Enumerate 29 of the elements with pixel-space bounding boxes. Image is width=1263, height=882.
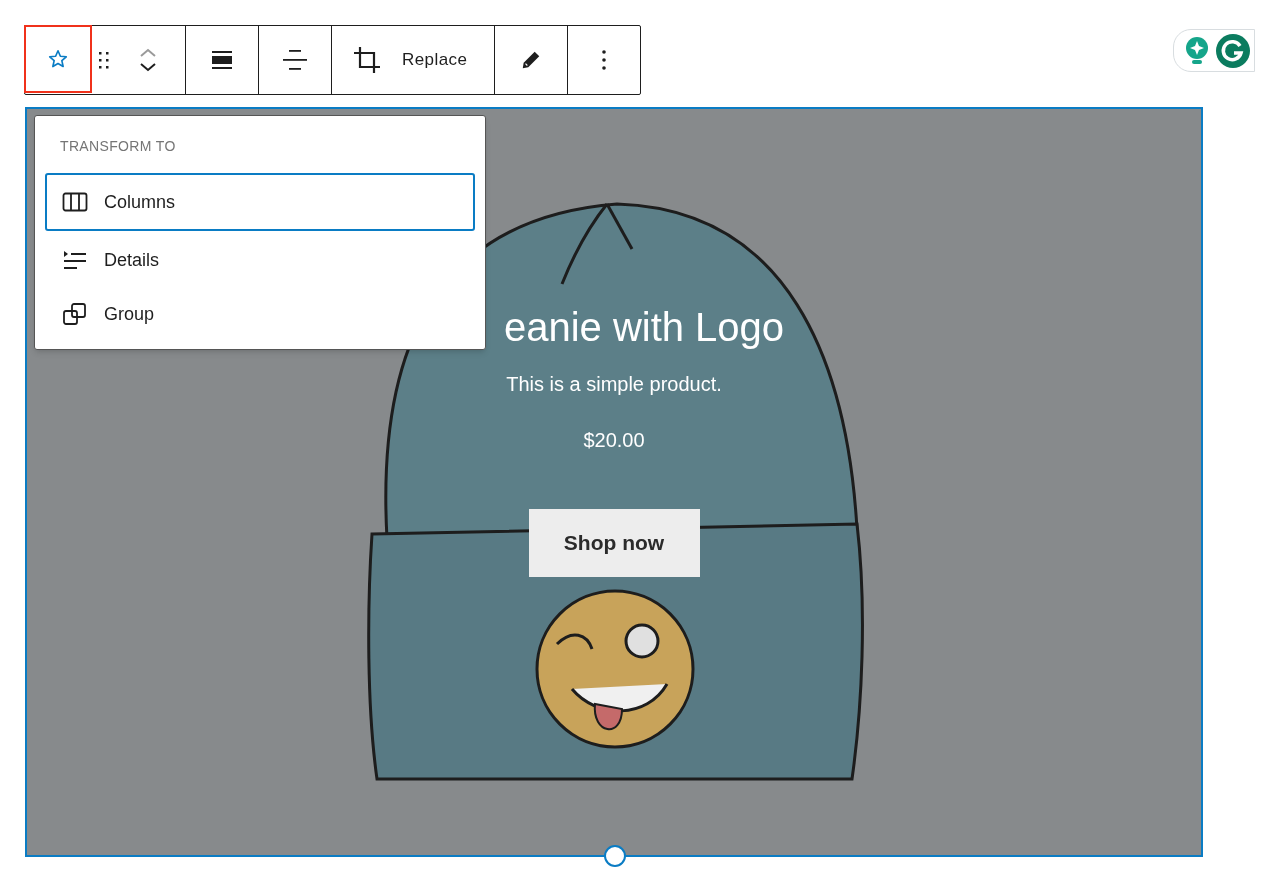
menu-item[interactable]: Group xyxy=(45,289,475,339)
drag-handle[interactable] xyxy=(97,49,111,71)
grammarly-widget[interactable] xyxy=(1173,29,1255,72)
move-down-button[interactable] xyxy=(139,62,157,72)
menu-item[interactable]: Columns xyxy=(45,173,475,231)
crop-button[interactable] xyxy=(352,45,382,75)
cover-heading: eanie with Logo xyxy=(503,304,785,351)
justify-center-icon xyxy=(282,48,308,72)
block-type-button[interactable] xyxy=(24,25,92,93)
group-icon xyxy=(62,302,88,326)
menu-item[interactable]: Details xyxy=(45,235,475,285)
star-icon xyxy=(47,48,69,70)
pencil-icon xyxy=(520,49,542,71)
chevron-down-icon xyxy=(139,62,157,72)
resize-handle[interactable] xyxy=(604,845,626,867)
menu-heading: TRANSFORM TO xyxy=(59,137,177,156)
product-description: This is a simple product. xyxy=(506,372,722,397)
chevron-up-icon xyxy=(139,48,157,58)
lightbulb-icon[interactable] xyxy=(1184,35,1210,66)
crop-icon xyxy=(352,45,382,75)
product-price: $20.00 xyxy=(583,428,645,453)
drag-handle-icon xyxy=(97,49,111,71)
more-options-icon xyxy=(601,49,607,71)
full-width-icon xyxy=(210,48,234,72)
columns-icon xyxy=(62,191,88,213)
grammarly-icon[interactable] xyxy=(1216,33,1250,68)
shop-now-button[interactable]: Shop now xyxy=(528,509,700,577)
details-icon xyxy=(62,249,88,271)
replace-button[interactable]: Replace xyxy=(402,47,468,73)
